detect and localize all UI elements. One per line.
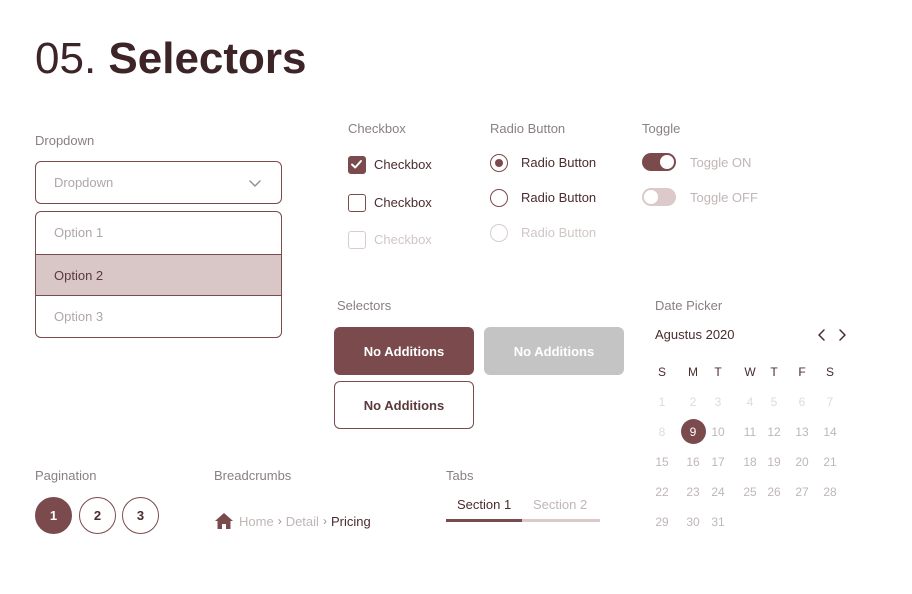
toggle-off-label: Toggle OFF	[690, 190, 758, 205]
weekday-header: M	[688, 365, 698, 379]
page-button-1[interactable]: 1	[35, 497, 72, 534]
chevron-left-icon[interactable]	[815, 328, 829, 342]
calendar-day[interactable]: 4	[737, 391, 763, 413]
breadcrumb-home[interactable]: Home	[239, 514, 274, 529]
check-icon	[351, 160, 362, 169]
calendar-day[interactable]: 24	[705, 481, 731, 503]
chevron-right-icon: ›	[277, 514, 282, 528]
calendar-day[interactable]: 20	[789, 451, 815, 473]
radio-checked[interactable]	[490, 154, 508, 172]
tab-section-2[interactable]: Section 2	[533, 497, 587, 512]
home-icon[interactable]	[214, 512, 234, 530]
checkbox-section-label: Checkbox	[348, 121, 406, 136]
tab-section-1[interactable]: Section 1	[457, 497, 511, 512]
calendar-day[interactable]: 27	[789, 481, 815, 503]
calendar-day[interactable]: 16	[680, 451, 706, 473]
tab-active-indicator	[446, 519, 522, 522]
weekday-header: T	[770, 365, 778, 379]
weekday-header: W	[744, 365, 756, 379]
checkbox-disabled	[348, 231, 366, 249]
dropdown-section-label: Dropdown	[35, 133, 95, 148]
calendar-day[interactable]: 1	[649, 391, 675, 413]
radio-section-label: Radio Button	[490, 121, 566, 136]
toggle-knob	[644, 190, 658, 204]
calendar-day-selected[interactable]: 9	[680, 421, 706, 443]
checkbox-label-3: Checkbox	[374, 232, 432, 247]
weekday-header: T	[714, 365, 722, 379]
tab-inactive-indicator	[522, 519, 600, 522]
calendar-day[interactable]: 12	[761, 421, 787, 443]
selector-button-outline[interactable]: No Additions	[334, 381, 474, 429]
radio-unchecked[interactable]	[490, 189, 508, 207]
weekday-header: F	[798, 365, 806, 379]
calendar-day[interactable]: 3	[705, 391, 731, 413]
radio-disabled	[490, 224, 508, 242]
radio-label-3: Radio Button	[521, 225, 597, 240]
calendar-day[interactable]: 21	[817, 451, 843, 473]
weekday-header: S	[825, 365, 834, 379]
breadcrumb-detail[interactable]: Detail	[286, 514, 319, 529]
chevron-right-icon: ›	[322, 514, 327, 528]
radio-label-1: Radio Button	[521, 155, 597, 170]
selector-button-disabled: No Additions	[484, 327, 624, 375]
page-button-2[interactable]: 2	[79, 497, 116, 534]
radio-label-2: Radio Button	[521, 190, 597, 205]
calendar-day[interactable]: 15	[649, 451, 675, 473]
calendar-day[interactable]: 18	[737, 451, 763, 473]
calendar-day[interactable]: 25	[737, 481, 763, 503]
breadcrumbs-section-label: Breadcrumbs	[214, 468, 292, 483]
dropdown-option-2[interactable]: Option 2	[36, 254, 281, 296]
calendar-day[interactable]: 30	[680, 511, 706, 533]
calendar-day[interactable]: 11	[737, 421, 763, 443]
dropdown-option-1[interactable]: Option 1	[36, 212, 281, 254]
calendar-day[interactable]: 31	[705, 511, 731, 533]
calendar-day[interactable]: 14	[817, 421, 843, 443]
date-picker-month: Agustus 2020	[655, 327, 735, 342]
selector-button-filled[interactable]: No Additions	[334, 327, 474, 375]
dropdown-select[interactable]: Dropdown	[35, 161, 282, 204]
calendar-day[interactable]: 29	[649, 511, 675, 533]
date-picker-section-label: Date Picker	[655, 298, 723, 313]
calendar-day[interactable]: 2	[680, 391, 706, 413]
title-number: 05.	[35, 34, 97, 83]
checkbox-label-1: Checkbox	[374, 157, 432, 172]
title-word: Selectors	[108, 34, 307, 83]
page-title: 05. Selectors	[35, 32, 307, 86]
calendar-day[interactable]: 5	[761, 391, 787, 413]
pagination-section-label: Pagination	[35, 468, 97, 483]
selectors-section-label: Selectors	[337, 298, 392, 313]
breadcrumb: Home › Detail › Pricing	[214, 510, 371, 532]
checkbox-checked[interactable]	[348, 156, 366, 174]
calendar-day[interactable]: 26	[761, 481, 787, 503]
checkbox-label-2: Checkbox	[374, 195, 432, 210]
checkbox-unchecked[interactable]	[348, 194, 366, 212]
tabs-section-label: Tabs	[446, 468, 474, 483]
calendar-day[interactable]: 10	[705, 421, 731, 443]
calendar-day[interactable]: 7	[817, 391, 843, 413]
toggle-on-label: Toggle ON	[690, 155, 752, 170]
chevron-right-icon[interactable]	[835, 328, 849, 342]
calendar-day[interactable]: 17	[705, 451, 731, 473]
dropdown-placeholder: Dropdown	[54, 175, 114, 190]
toggle-on-switch[interactable]	[642, 153, 676, 171]
toggle-off-switch[interactable]	[642, 188, 676, 206]
calendar-day[interactable]: 19	[761, 451, 787, 473]
calendar-day[interactable]: 23	[680, 481, 706, 503]
breadcrumb-pricing: Pricing	[330, 513, 371, 529]
dropdown-options-list: Option 1 Option 2 Option 3	[35, 211, 282, 338]
chevron-down-icon	[249, 180, 261, 187]
dropdown-option-3[interactable]: Option 3	[36, 296, 281, 337]
page-button-3[interactable]: 3	[122, 497, 159, 534]
calendar-day[interactable]: 28	[817, 481, 843, 503]
weekday-header: S	[657, 365, 666, 379]
calendar-day[interactable]: 6	[789, 391, 815, 413]
calendar-day[interactable]: 8	[649, 421, 675, 443]
toggle-section-label: Toggle	[642, 121, 681, 136]
calendar-day[interactable]: 13	[789, 421, 815, 443]
calendar-day[interactable]: 22	[649, 481, 675, 503]
toggle-knob	[660, 155, 674, 169]
